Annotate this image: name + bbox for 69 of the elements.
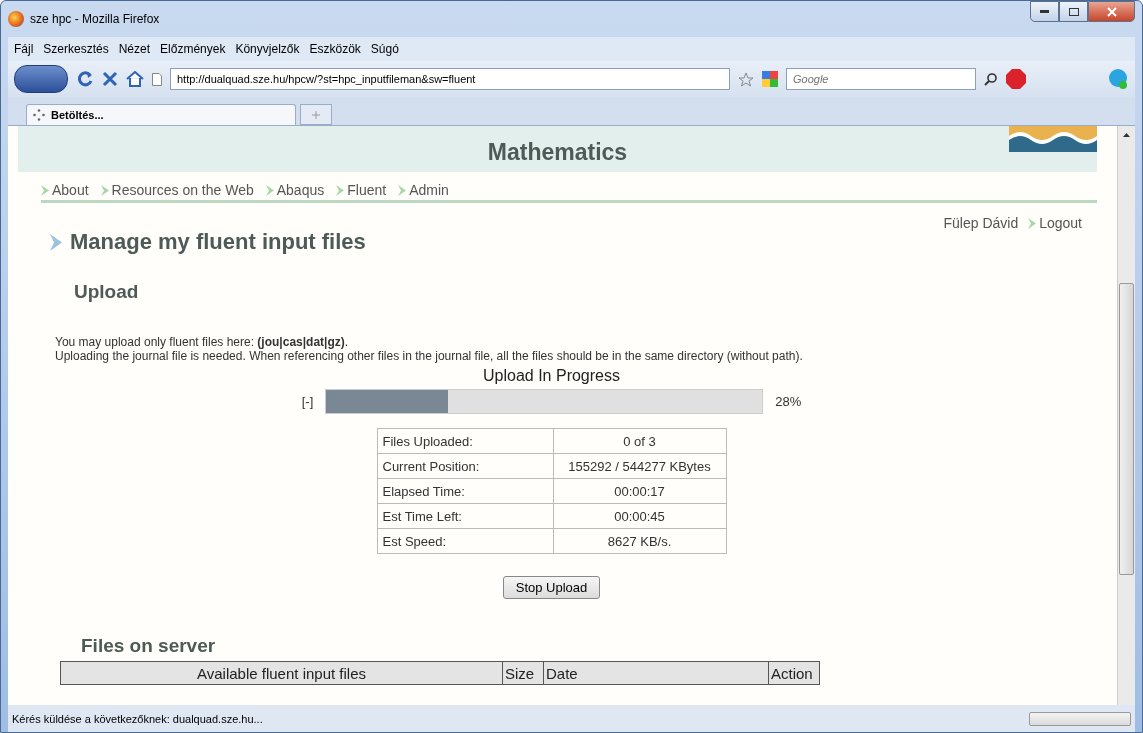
menu-item[interactable]: Fájl [14, 42, 34, 56]
nav-link[interactable]: Fluent [336, 182, 387, 198]
address-field[interactable]: http://dualquad.sze.hu/hpcw/?st=hpc_inputfileman&sw=fluent [170, 68, 730, 90]
column-header: Available fluent input files [60, 661, 503, 685]
chevron-icon [1028, 217, 1037, 229]
table-cell: Current Position: [377, 453, 553, 479]
column-header: Date [543, 661, 769, 685]
minimize-button[interactable] [1030, 1, 1059, 22]
menu-item[interactable]: Előzmények [160, 42, 226, 56]
search-field[interactable]: Google [786, 68, 976, 90]
site-title: Mathematics [487, 139, 628, 167]
page-icon [152, 72, 162, 86]
search-engine-icon[interactable] [762, 71, 778, 87]
upload-note: You may upload only fluent files here: (jou|cas|dat|gz). [55, 335, 350, 349]
menu-item[interactable]: Nézet [118, 42, 151, 56]
table-cell: Files Uploaded: [377, 428, 553, 454]
nav-link[interactable]: Admin [398, 182, 449, 198]
back-forward-button[interactable] [14, 65, 68, 93]
table-cell: Est Speed: [377, 528, 553, 554]
table-cell: 0 of 3 [553, 428, 726, 454]
table-cell: 00:00:17 [553, 478, 726, 504]
collapse-toggle[interactable]: [-] [301, 394, 314, 409]
plus-icon [312, 110, 320, 119]
logout-link[interactable]: Logout [1028, 215, 1082, 231]
scroll-up-icon[interactable] [1123, 132, 1130, 137]
table-cell: 8627 KB/s. [553, 528, 726, 554]
reload-icon[interactable] [76, 70, 94, 88]
search-icon[interactable] [984, 72, 997, 86]
page-title: Manage my fluent input files [70, 229, 366, 255]
nav-link[interactable]: About [41, 182, 89, 198]
minimize-icon [1040, 10, 1049, 13]
maximize-button[interactable] [1059, 1, 1088, 22]
user-name: Fülep Dávid [943, 215, 1019, 231]
nav-link[interactable]: Abaqus [265, 182, 325, 198]
chevron-icon [398, 184, 407, 196]
scrollbar[interactable] [1117, 126, 1135, 705]
section-heading: Upload [74, 281, 140, 303]
upload-note: Uploading the journal file is needed. When referencing other files in the journal file, all the files should be in the same directory (without path). [55, 349, 804, 363]
menu-item[interactable]: Súgó [370, 42, 399, 56]
chevron-icon [265, 184, 274, 196]
chevron-icon [50, 233, 62, 251]
table-cell: Elapsed Time: [377, 478, 553, 504]
column-header: Size [502, 661, 544, 685]
column-header: Action [768, 661, 820, 685]
menu-item[interactable]: Eszközök [309, 42, 361, 56]
chevron-icon [41, 184, 49, 196]
maximize-icon [1068, 7, 1079, 16]
progress-title: Upload In Progress [483, 367, 620, 385]
stop-upload-button[interactable]: Stop Upload [502, 576, 601, 599]
loading-icon [33, 109, 45, 121]
table-cell: Est Time Left: [377, 503, 553, 529]
home-icon[interactable] [126, 71, 144, 87]
close-button[interactable] [1088, 1, 1135, 22]
stop-icon[interactable] [102, 71, 118, 87]
nav-link[interactable]: Resources on the Web [100, 182, 254, 198]
chevron-icon [336, 184, 345, 196]
progress-percent: 28% [775, 394, 802, 409]
menu-item[interactable]: Könyvjelzők [235, 42, 300, 56]
chevron-icon [100, 184, 109, 196]
section-heading: Files on server [81, 635, 217, 657]
table-cell: 00:00:45 [553, 503, 726, 529]
close-icon [1106, 6, 1117, 17]
table-cell: 155292 / 544277 KBytes [553, 453, 726, 479]
menu-item[interactable]: Szerkesztés [43, 42, 109, 56]
star-icon[interactable] [738, 71, 754, 87]
status-text: Kérés küldése a következőknek: dualquad.sze.hu... [12, 712, 263, 725]
browser-logo-icon [8, 11, 24, 27]
window-title: sze hpc - Mozilla Firefox [30, 12, 161, 26]
browser-tab[interactable]: Betöltés... [26, 104, 296, 125]
